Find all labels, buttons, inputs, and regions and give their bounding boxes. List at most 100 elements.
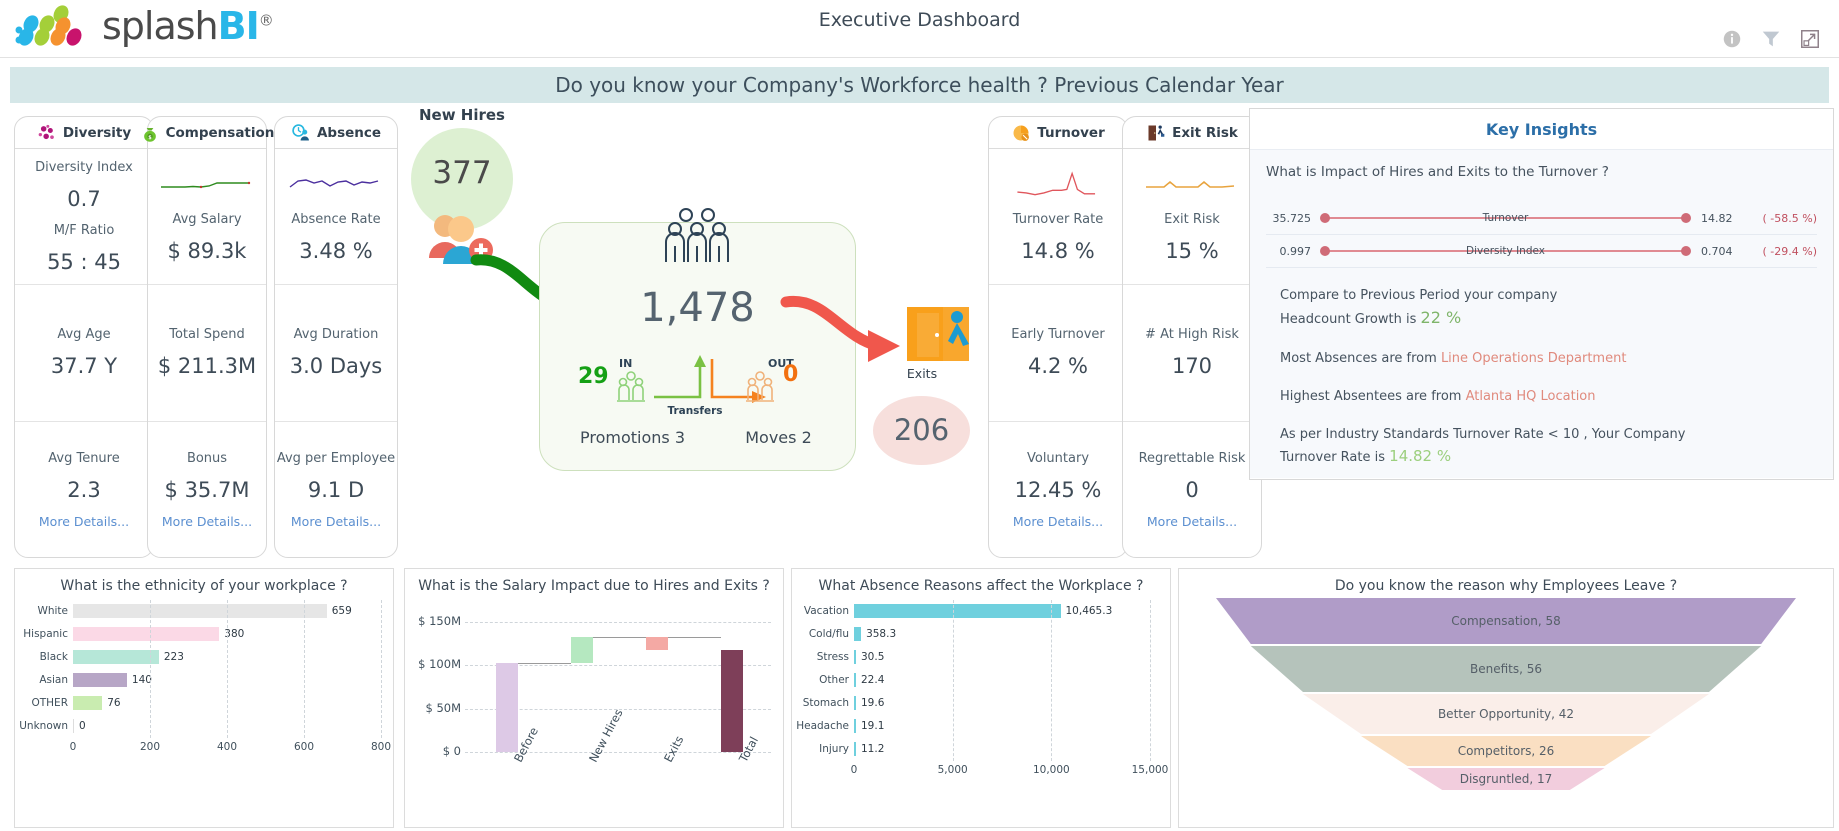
kpi-label: Total Spend [169,327,245,343]
bar [73,604,327,619]
absence-bar-chart[interactable]: Vacation 10,465.3 Cold/flu 358.3 Stress … [792,599,1170,776]
bar-value-label: 10,465.3 [1065,605,1113,618]
funnel-svg: Compensation, 58 Benefits, 56 Better Oppor… [1216,597,1796,790]
bar-category-label: Black [39,651,68,664]
ethnicity-bar-chart[interactable]: White 659 Hispanic 380 Black 223 Asian 1… [15,599,393,753]
more-details-link[interactable]: More Details... [39,514,129,529]
kpi-value: 3.0 Days [289,354,383,379]
kpi-title: Turnover [1037,124,1105,141]
bar-category-label: Other [819,674,849,687]
bar-category-label: Unknown [19,720,68,733]
bar-category-label: Vacation [803,605,849,618]
bar-category-label: Stomach [802,697,849,710]
kpi-card-exit-risk[interactable]: Exit Risk Exit Risk 15 % # At High Risk … [1122,116,1262,558]
axis-tick-label: $ 0 [442,743,461,758]
leave-reasons-funnel-chart[interactable]: Compensation, 58 Benefits, 56 Better Oppor… [1179,596,1833,792]
bar-value-label: 0 [79,720,86,733]
axis-tick-label: 200 [139,740,161,753]
bar-value-label: 19.6 [861,697,885,710]
connector-line [517,662,571,664]
table-row[interactable]: White 659 [15,600,393,623]
table-row[interactable]: Unknown 0 [15,715,393,738]
kpi-label: # At High Risk [1145,327,1239,343]
kpi-section: # At High Risk 170 [1123,285,1261,422]
table-row[interactable]: Asian 140 [15,669,393,692]
kpi-section: Avg Salary $ 89.3k [148,149,266,286]
more-details-link[interactable]: More Details... [162,514,252,529]
axis-tick-label: 800 [370,740,392,753]
dumbbell-left-value: 35.725 [1272,211,1312,225]
bar [495,662,518,752]
headcount-people-icon [665,208,729,262]
dumbbell-metric-label: Turnover [1482,212,1529,224]
dumbbell-left-value: 0.997 [1279,244,1312,258]
kpi-label: Avg Duration [293,327,379,343]
more-details-link[interactable]: More Details... [291,514,381,529]
kpi-label: Bonus [186,450,228,466]
axis-tick-label: 0 [850,763,858,776]
table-row[interactable]: Stomach 19.6 [792,692,1170,715]
kpi-title: Diversity [62,124,132,141]
key-insights-title: Key Insights [1485,120,1598,139]
axis-tick-label: 10,000 [1032,763,1070,776]
bar-category-label: Injury [819,743,849,756]
table-row[interactable]: Vacation 10,465.3 [792,600,1170,623]
insight-most-absences: Most Absences are from Line Operations D… [1266,349,1817,369]
turnover-rate-value: 14.82 % [1389,447,1452,466]
expand-icon[interactable] [1799,28,1821,50]
axis-category-label: Exits [660,733,686,765]
kpi-section: Early Turnover 4.2 % [989,285,1127,422]
kpi-label: Exit Risk [1164,212,1220,228]
exits-outflow-arrow [780,295,900,362]
bar-value-label: 19.1 [861,720,885,733]
absence-clock-person-icon [292,123,309,140]
new-hires-value: 377 [432,155,492,191]
kpi-card-compensation[interactable]: $ Compensation Avg Salary $ 89.3k Total … [143,116,274,558]
more-details-link[interactable]: More Details... [1013,514,1103,529]
kpi-label: Turnover Rate [1012,212,1104,228]
table-row[interactable]: Headache 19.1 [792,715,1170,738]
diversity-molecule-icon [38,124,54,139]
table-row[interactable]: Hispanic 380 [15,623,393,646]
bar-value-label: 22.4 [861,674,885,687]
bar [73,673,127,688]
bar [854,627,862,642]
kpi-card-absence[interactable]: Absence Absence Rate 3.48 % Avg Duration… [274,116,398,558]
info-icon[interactable] [1721,28,1743,50]
absence-sparkline [289,179,379,188]
kpi-label: Early Turnover [1011,327,1105,343]
axis-category-label: New Hires [585,706,626,765]
kpi-value: 0 [1185,477,1199,502]
axis-tick-label: 600 [293,740,315,753]
table-row[interactable]: Black 223 [15,646,393,669]
bar-value-label: 140 [131,674,152,687]
connector-line [592,636,646,638]
bar [73,627,220,642]
axis-tick-label: 5,000 [937,763,968,776]
insight-highest-absentees: Highest Absentees are from Atlanta HQ Lo… [1266,387,1817,407]
table-row[interactable]: Injury 11.2 [792,738,1170,761]
bar-value-label: 30.5 [861,651,885,664]
funnel-segment-label: Benefits, 56 [1470,662,1542,676]
table-row[interactable]: OTHER 76 [15,692,393,715]
kpi-card-diversity[interactable]: Diversity Diversity Index 0.7 M/F Ratio … [14,116,154,558]
more-details-link[interactable]: More Details... [1147,514,1237,529]
gridline [227,599,228,738]
kpi-card-turnover[interactable]: Turnover Turnover Rate 14.8 % Early Turn… [988,116,1128,558]
bar-value-label: 223 [163,651,184,664]
transfers-in-value: 29 [578,364,609,389]
kpi-header: $ Compensation [143,117,274,149]
table-row[interactable]: Stress 30.5 [792,646,1170,669]
table-row[interactable]: Other 22.4 [792,669,1170,692]
kpi-section: Absence Rate 3.48 % [275,149,397,286]
kpi-header: Exit Risk [1123,117,1261,149]
exits-value: 206 [893,413,950,447]
pie-chart-icon [1013,125,1030,141]
gridline [381,599,382,738]
kpi-section: Avg Duration 3.0 Days [275,285,397,422]
table-row[interactable]: Cold/flu 358.3 [792,623,1170,646]
salary-waterfall-chart[interactable]: $ 0 $ 50M $ 100M $ 150M Before New Hires Exits… [405,596,783,796]
transfers-in-people-icon [617,371,645,402]
filter-icon[interactable] [1760,28,1782,50]
kpi-header: Turnover [989,117,1127,149]
